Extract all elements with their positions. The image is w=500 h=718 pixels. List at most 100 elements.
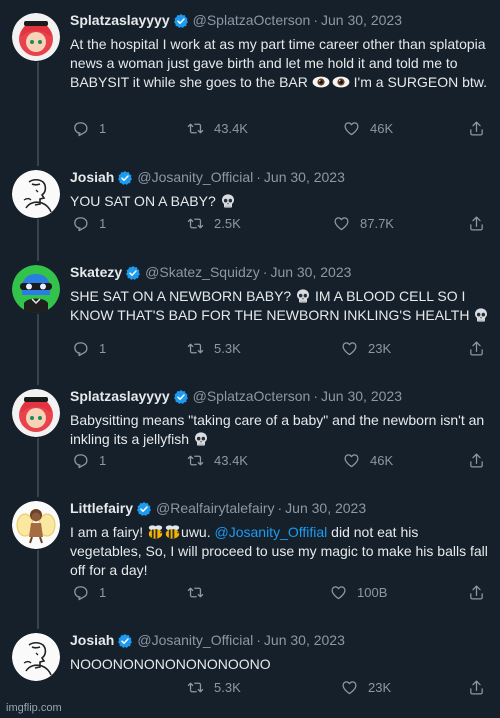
handle[interactable]: @Realfairytalefairy [156,499,274,518]
share-button[interactable] [468,340,495,357]
timestamp[interactable]: Jun 30, 2023 [321,387,402,406]
like-count: 46K [370,452,394,468]
eyes-emoji-icon [312,76,330,88]
retweet-button[interactable]: 43.4K [187,120,248,137]
handle[interactable]: @Skatez_Squidzy [145,263,260,282]
like-button[interactable]: 46K [343,452,393,469]
retweet-count: 5.3K [214,340,241,356]
reply-button[interactable]: 1 [72,584,106,601]
share-button[interactable] [468,452,495,469]
tweet-header: Josiah @Josanity_Official · Jun 30, 2023 [70,631,490,650]
tweet-content: Josiah @Josanity_Official · Jun 30, 2023… [70,168,490,211]
tweet-content: Splatzaslayyyy @SplatzaOcterson · Jun 30… [70,387,490,449]
display-name[interactable]: Skatezy [70,263,122,282]
tweet-header: Splatzaslayyyy @SplatzaOcterson · Jun 30… [70,11,490,30]
avatar-splatzaslayyyy[interactable] [12,389,60,437]
like-button[interactable]: 23K [341,340,391,357]
timestamp[interactable]: Jun 30, 2023 [264,168,345,187]
handle[interactable]: @SplatzaOcterson [193,11,311,30]
reply-button[interactable]: 1 [72,120,106,137]
reply-count: 1 [99,584,107,600]
tweet-content: Skatezy @Skatez_Squidzy · Jun 30, 2023 S… [70,263,490,325]
tweet-text: SHE SAT ON A NEWBORN BABY? IM A BLOOD CE… [70,287,490,325]
timestamp[interactable]: Jun 30, 2023 [264,631,345,650]
thread-line [37,252,39,261]
share-button[interactable] [468,215,495,232]
like-icon [333,215,350,232]
tweet-text: YOU SAT ON A BABY? [70,192,490,211]
display-name[interactable]: Littlefairy [70,499,133,518]
tweet[interactable]: Splatzaslayyyy @SplatzaOcterson · Jun 30… [0,0,500,157]
thread-line [37,550,39,620]
bee-emoji-icon [164,524,181,540]
reply-button[interactable]: 1 [72,452,106,469]
tweet-text-part: uwu. [181,524,211,540]
handle[interactable]: @Josanity_Official [137,631,253,650]
like-button[interactable]: 23K [341,679,391,696]
share-button[interactable] [468,120,495,137]
tweet[interactable]: Josiah @Josanity_Official · Jun 30, 2023… [0,157,500,252]
avatar-josiah[interactable] [12,170,60,218]
display-name[interactable]: Splatzaslayyyy [70,387,170,406]
tweet-content: Littlefairy @Realfairytalefairy · Jun 30… [70,499,490,580]
retweet-button[interactable] [187,584,214,601]
avatar-splatzaslayyyy[interactable] [12,13,60,61]
thread-line [37,438,39,488]
reply-icon [72,584,89,601]
reply-button[interactable]: 1 [72,215,106,232]
reply-button[interactable]: 1 [72,340,106,357]
tweet-text-part: YOU SAT ON A BABY? [70,193,216,209]
reply-count: 1 [99,215,107,231]
verified-badge-icon [117,170,133,186]
tweet-header: Littlefairy @Realfairytalefairy · Jun 30… [70,499,490,518]
avatar-josiah[interactable] [12,633,60,681]
like-count: 87.7K [360,215,394,231]
share-button[interactable] [468,584,495,601]
imgflip-watermark: imgflip.com [6,702,62,714]
timestamp[interactable]: Jun 30, 2023 [321,11,402,30]
share-button[interactable] [468,679,495,696]
mention-link[interactable]: @Josanity_Offifial [215,524,328,540]
tweet-text-part: I am a fairy! [70,524,144,540]
like-button[interactable]: 100B [330,584,387,601]
timestamp[interactable]: Jun 30, 2023 [270,263,351,282]
retweet-button[interactable]: 5.3K [187,340,241,357]
tweet-thread: Splatzaslayyyy @SplatzaOcterson · Jun 30… [0,0,500,718]
separator: · [256,169,261,185]
handle[interactable]: @SplatzaOcterson [193,387,311,406]
tweet-text-part: SHE SAT ON A NEWBORN BABY? [70,288,292,304]
retweet-button[interactable]: 43.4K [187,452,248,469]
share-icon [468,584,485,601]
tweet[interactable]: Splatzaslayyyy @SplatzaOcterson · Jun 30… [0,376,500,488]
display-name[interactable]: Splatzaslayyyy [70,11,170,30]
tweet[interactable]: Skatezy @Skatez_Squidzy · Jun 30, 2023 S… [0,252,500,376]
like-button[interactable]: 46K [343,120,393,137]
thread-line [37,488,39,497]
tweet-text: NOOONONONONONONOONO [70,655,490,674]
tweet[interactable]: Littlefairy @Realfairytalefairy · Jun 30… [0,488,500,620]
display-name[interactable]: Josiah [70,168,114,187]
separator: · [313,388,319,404]
share-icon [468,340,485,357]
display-name[interactable]: Josiah [70,631,114,650]
like-icon [341,679,358,696]
retweet-count: 43.4K [214,120,248,136]
thread-line [37,620,39,629]
timestamp[interactable]: Jun 30, 2023 [285,499,366,518]
like-count: 100B [357,584,388,600]
retweet-count: 5.3K [214,679,241,695]
thread-line [37,219,39,252]
retweet-icon [187,452,204,469]
retweet-button[interactable]: 2.5K [187,215,241,232]
retweet-button[interactable]: 5.3K [187,679,241,696]
retweet-count: 2.5K [214,215,241,231]
handle[interactable]: @Josanity_Official [137,168,253,187]
avatar-littlefairy[interactable] [12,501,60,549]
like-button[interactable]: 87.7K [333,215,394,232]
tweet-text: Babysitting means "taking care of a baby… [70,411,490,449]
avatar-skatezy[interactable] [12,265,60,313]
thread-line [37,62,39,157]
tweet[interactable]: Josiah @Josanity_Official · Jun 30, 2023… [0,620,500,718]
reply-count: 1 [99,120,107,136]
reply-icon [72,215,89,232]
